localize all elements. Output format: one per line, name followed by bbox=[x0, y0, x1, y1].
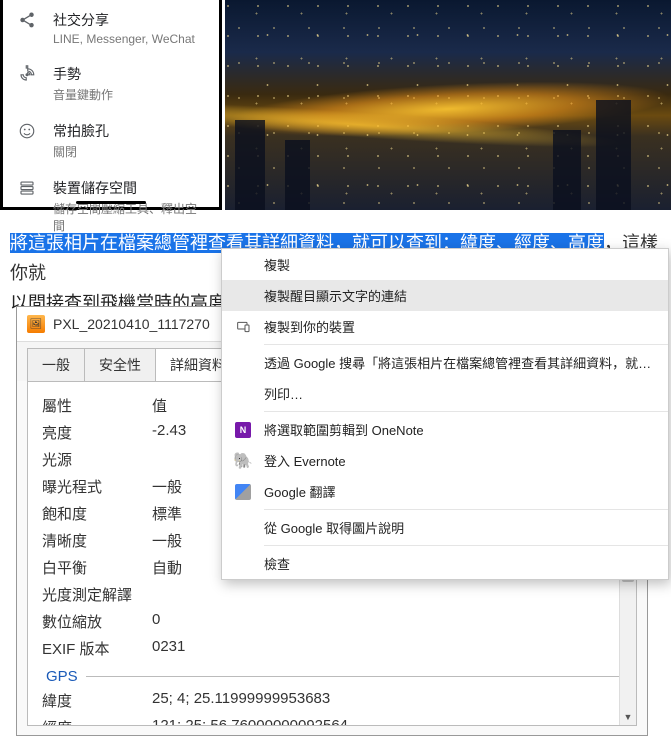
menu-item-label: 將選取範圍剪輯到 OneNote bbox=[264, 420, 656, 439]
menu-separator bbox=[264, 411, 668, 412]
setting-subtitle: 音量鍵動作 bbox=[53, 86, 205, 103]
scroll-down-arrow[interactable]: ▼ bbox=[620, 708, 636, 725]
divider-line bbox=[86, 676, 622, 677]
evernote-icon: 🐘 bbox=[232, 452, 254, 470]
menu-item-label: 從 Google 取得圖片說明 bbox=[264, 518, 656, 537]
context-menu-item[interactable]: 從 Google 取得圖片說明 bbox=[222, 512, 668, 543]
menu-item-label: 複製到你的裝置 bbox=[264, 317, 656, 336]
property-value: 0231 bbox=[152, 638, 622, 659]
menu-item-label: 複製 bbox=[264, 255, 656, 274]
menu-separator bbox=[264, 509, 668, 510]
tab-general[interactable]: 一般 bbox=[27, 348, 85, 381]
context-menu-item[interactable]: N 將選取範圍剪輯到 OneNote bbox=[222, 414, 668, 445]
storage-icon bbox=[17, 178, 37, 198]
menu-item-label: Google 翻譯 bbox=[264, 482, 656, 501]
property-key: 緯度 bbox=[42, 690, 152, 711]
property-key: 曝光程式 bbox=[42, 476, 152, 497]
context-menu-item[interactable]: 🐘 登入 Evernote bbox=[222, 445, 668, 476]
tab-security[interactable]: 安全性 bbox=[84, 348, 156, 381]
gps-label: GPS bbox=[46, 668, 78, 685]
menu-separator bbox=[264, 545, 668, 546]
night-city-photo bbox=[225, 0, 671, 210]
context-menu: 複製複製醒目顯示文字的連結複製到你的裝置透過 Google 搜尋「將這張相片在檔… bbox=[221, 248, 669, 580]
setting-gesture[interactable]: 手勢 音量鍵動作 bbox=[3, 54, 219, 111]
gps-section-header: GPS bbox=[42, 662, 622, 687]
phone-nav-handle bbox=[76, 201, 146, 204]
image-file-icon: 🖼 bbox=[27, 315, 45, 333]
property-key: 光度測定解譯 bbox=[42, 584, 152, 605]
property-value: 0 bbox=[152, 611, 622, 632]
share-icon bbox=[17, 10, 37, 30]
context-menu-item[interactable]: 複製到你的裝置 bbox=[222, 311, 668, 342]
property-row[interactable]: 數位縮放0 bbox=[42, 608, 622, 635]
setting-title: 裝置儲存空間 bbox=[53, 178, 205, 198]
property-value bbox=[152, 584, 622, 605]
google-translate-icon bbox=[232, 483, 254, 501]
phone-settings-panel: 社交分享 LINE, Messenger, WeChat 手勢 音量鍵動作 常拍… bbox=[0, 0, 222, 210]
property-key: 清晰度 bbox=[42, 530, 152, 551]
menu-separator bbox=[264, 344, 668, 345]
context-menu-item[interactable]: 列印… bbox=[222, 378, 668, 409]
property-key: 飽和度 bbox=[42, 503, 152, 524]
menu-item-label: 透過 Google 搜尋「將這張相片在檔案總管裡查看其詳細資料，就可以查到：緯 bbox=[264, 353, 656, 372]
device-icon bbox=[232, 318, 254, 336]
context-menu-item[interactable]: Google 翻譯 bbox=[222, 476, 668, 507]
setting-title: 社交分享 bbox=[53, 10, 205, 30]
property-key: 光源 bbox=[42, 449, 152, 470]
blank-icon bbox=[232, 385, 254, 403]
context-menu-item[interactable]: 複製醒目顯示文字的連結 bbox=[222, 280, 668, 311]
blank-icon bbox=[232, 287, 254, 305]
dialog-filename: PXL_20210410_1117270 bbox=[53, 316, 210, 332]
setting-subtitle: LINE, Messenger, WeChat bbox=[53, 32, 205, 46]
blank-icon bbox=[232, 555, 254, 573]
context-menu-item[interactable]: 檢查 bbox=[222, 548, 668, 579]
setting-social-share[interactable]: 社交分享 LINE, Messenger, WeChat bbox=[3, 0, 219, 54]
property-key: 亮度 bbox=[42, 422, 152, 443]
property-key: 經度 bbox=[42, 717, 152, 726]
setting-subtitle: 關閉 bbox=[53, 143, 205, 160]
setting-title: 常拍臉孔 bbox=[53, 121, 205, 141]
menu-item-label: 複製醒目顯示文字的連結 bbox=[264, 286, 656, 305]
blank-icon bbox=[232, 354, 254, 372]
setting-title: 手勢 bbox=[53, 64, 205, 84]
setting-face[interactable]: 常拍臉孔 關閉 bbox=[3, 111, 219, 168]
menu-item-label: 登入 Evernote bbox=[264, 451, 656, 470]
gesture-icon bbox=[17, 64, 37, 84]
property-row[interactable]: 光度測定解譯 bbox=[42, 581, 622, 608]
onenote-icon: N bbox=[232, 421, 254, 439]
property-key: 數位縮放 bbox=[42, 611, 152, 632]
header-property: 屬性 bbox=[42, 395, 152, 416]
context-menu-item[interactable]: 透過 Google 搜尋「將這張相片在檔案總管裡查看其詳細資料，就可以查到：緯 bbox=[222, 347, 668, 378]
blank-icon bbox=[232, 256, 254, 274]
property-key: 白平衡 bbox=[42, 557, 152, 578]
context-menu-item[interactable]: 複製 bbox=[222, 249, 668, 280]
gps-row[interactable]: 經度121; 25; 56.76000000092564 bbox=[42, 714, 622, 726]
menu-item-label: 檢查 bbox=[264, 554, 656, 573]
blank-icon bbox=[232, 519, 254, 537]
gps-row[interactable]: 緯度25; 4; 25.11999999953683 bbox=[42, 687, 622, 714]
menu-item-label: 列印… bbox=[264, 384, 656, 403]
property-row[interactable]: EXIF 版本0231 bbox=[42, 635, 622, 662]
face-icon bbox=[17, 121, 37, 141]
property-value: 25; 4; 25.11999999953683 bbox=[152, 690, 622, 711]
property-key: EXIF 版本 bbox=[42, 638, 152, 659]
property-value: 121; 25; 56.76000000092564 bbox=[152, 717, 622, 726]
